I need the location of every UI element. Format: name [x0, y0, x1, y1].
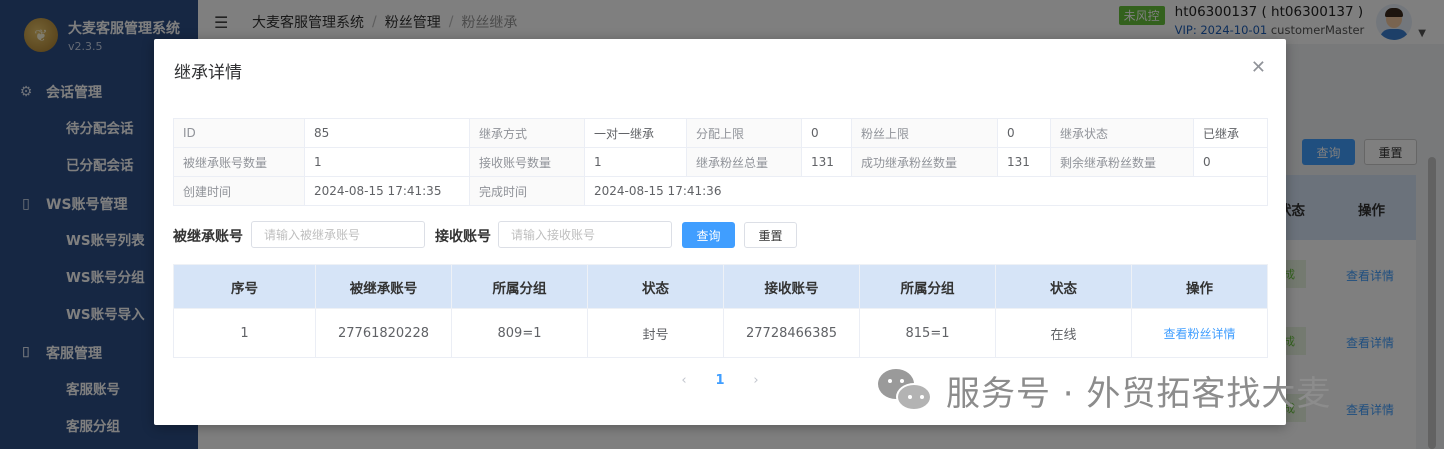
query-button[interactable]: 查询: [682, 222, 735, 248]
info-value: 1: [584, 147, 687, 177]
view-fans-detail-link[interactable]: 查看粉丝详情: [1163, 327, 1235, 341]
target-account-label: 接收账号: [435, 229, 491, 245]
table-cell: 815=1: [859, 308, 996, 358]
info-label: 继承状态: [1050, 118, 1194, 148]
next-page-button[interactable]: ›: [738, 373, 774, 388]
info-label: 接收账号数量: [469, 147, 585, 177]
info-label: 粉丝上限: [851, 118, 998, 148]
col-header: 被继承账号: [315, 264, 452, 309]
table-header-row: 序号 被继承账号 所属分组 状态 接收账号 所属分组 状态 操作: [173, 264, 1268, 309]
reset-button[interactable]: 重置: [744, 222, 797, 248]
info-label: 分配上限: [686, 118, 802, 148]
info-label: ID: [173, 118, 305, 148]
source-account-label: 被继承账号: [173, 229, 243, 245]
info-label: 成功继承粉丝数量: [851, 147, 998, 177]
info-value: 已继承: [1193, 118, 1268, 148]
col-header: 所属分组: [859, 264, 996, 309]
watermark: 服务号 · 外贸拓客找大麦: [878, 366, 1331, 415]
target-account-input[interactable]: [498, 221, 672, 248]
col-header: 状态: [587, 264, 724, 309]
info-value: 2024-08-15 17:41:36: [584, 176, 1268, 206]
col-header: 所属分组: [451, 264, 588, 309]
info-value: 0: [1193, 147, 1268, 177]
table-cell: 查看粉丝详情: [1131, 308, 1268, 358]
table-row: 1 27761820228 809=1 封号 27728466385 815=1…: [173, 308, 1268, 358]
info-value: 131: [997, 147, 1051, 177]
source-account-input[interactable]: [251, 221, 425, 248]
info-label: 继承粉丝总量: [686, 147, 802, 177]
info-label: 被继承账号数量: [173, 147, 305, 177]
info-row: 创建时间 2024-08-15 17:41:35 完成时间 2024-08-15…: [173, 176, 1268, 206]
col-header: 序号: [173, 264, 316, 309]
info-label: 继承方式: [469, 118, 585, 148]
col-header: 接收账号: [723, 264, 860, 309]
table-cell: 在线: [995, 308, 1132, 358]
info-value: 一对一继承: [584, 118, 687, 148]
dialog-title: 继承详情: [174, 63, 242, 83]
inherit-records-table: 序号 被继承账号 所属分组 状态 接收账号 所属分组 状态 操作 1 27761…: [173, 264, 1268, 358]
prev-page-button[interactable]: ‹: [666, 373, 702, 388]
col-header: 状态: [995, 264, 1132, 309]
table-cell: 封号: [587, 308, 724, 358]
info-label: 完成时间: [469, 176, 585, 206]
inherit-info-table: ID 85 继承方式 一对一继承 分配上限 0 粉丝上限 0 继承状态 已继承 …: [173, 118, 1268, 206]
info-value: 1: [304, 147, 470, 177]
watermark-text: 服务号 · 外贸拓客找大麦: [946, 374, 1332, 414]
table-cell: 809=1: [451, 308, 588, 358]
page-number[interactable]: 1: [702, 373, 738, 388]
info-value: 2024-08-15 17:41:35: [304, 176, 470, 206]
filter-bar: 被继承账号 接收账号 查询 重置: [173, 221, 1267, 249]
info-value: 131: [801, 147, 852, 177]
info-row: 被继承账号数量 1 接收账号数量 1 继承粉丝总量 131 成功继承粉丝数量 1…: [173, 147, 1268, 177]
table-cell: 27761820228: [315, 308, 452, 358]
info-value: 85: [304, 118, 470, 148]
info-row: ID 85 继承方式 一对一继承 分配上限 0 粉丝上限 0 继承状态 已继承: [173, 118, 1268, 148]
col-header: 操作: [1131, 264, 1268, 309]
wechat-icon: [878, 368, 934, 413]
info-label: 创建时间: [173, 176, 305, 206]
close-icon[interactable]: ✕: [1251, 57, 1266, 78]
info-value: 0: [997, 118, 1051, 148]
info-label: 剩余继承粉丝数量: [1050, 147, 1194, 177]
table-cell: 27728466385: [723, 308, 860, 358]
table-cell: 1: [173, 308, 316, 358]
info-value: 0: [801, 118, 852, 148]
